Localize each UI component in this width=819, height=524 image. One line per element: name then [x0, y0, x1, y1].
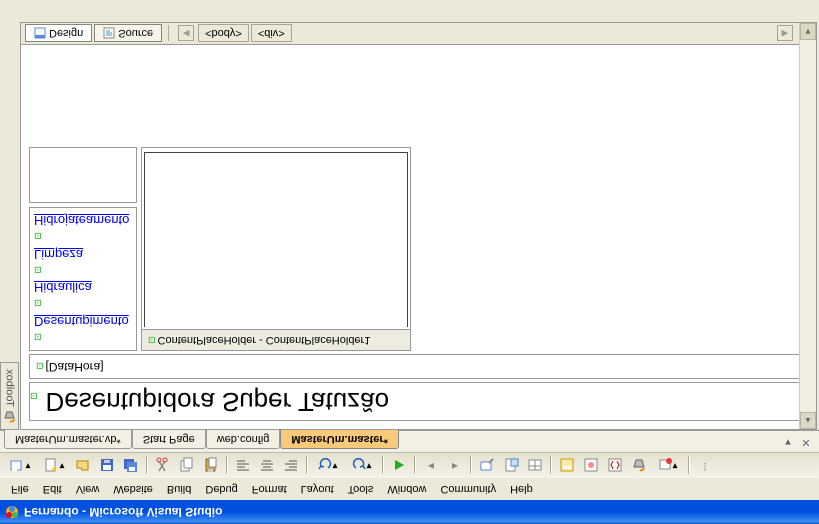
- separator: [226, 457, 228, 475]
- object-browser-button[interactable]: [604, 455, 626, 477]
- menu-format[interactable]: Format: [245, 481, 294, 497]
- menu-debug[interactable]: Debug: [198, 481, 244, 497]
- content-placeholder[interactable]: ⊡ContentPlaceHolder - ContentPlaceHolder…: [141, 147, 411, 351]
- open-button[interactable]: [72, 455, 94, 477]
- cut-button[interactable]: [152, 455, 174, 477]
- separator: [688, 457, 690, 475]
- design-view-icon: [34, 28, 46, 40]
- content-placeholder-label: ContentPlaceHolder - ContentPlaceHolder1: [158, 334, 371, 346]
- separator: [382, 457, 384, 475]
- toolbar: ▾ ▾ ▾ ▾ ◄ ► ▾ ⁞: [0, 452, 819, 478]
- new-project-button[interactable]: ▾: [4, 455, 36, 477]
- source-view-tab[interactable]: Source: [94, 25, 162, 43]
- source-view-icon: [103, 28, 115, 40]
- empty-cell[interactable]: [29, 147, 137, 203]
- app-icon: [4, 504, 20, 520]
- menu-community[interactable]: Community: [433, 481, 503, 497]
- datahora-label: ⊡[DataHora]: [29, 354, 808, 379]
- error-list-button[interactable]: ▾: [652, 455, 684, 477]
- copy-button[interactable]: [176, 455, 198, 477]
- smart-tag-marker: ⊡: [30, 391, 38, 401]
- align-right-button[interactable]: [280, 455, 302, 477]
- toolbar-options-button[interactable]: ⁞: [694, 455, 716, 477]
- breadcrumb-prev-icon[interactable]: ◄: [178, 26, 194, 42]
- nav-back-button[interactable]: ◄: [420, 455, 442, 477]
- tab-dropdown-icon[interactable]: ▾: [781, 436, 795, 450]
- align-center-button[interactable]: [256, 455, 278, 477]
- align-left-button[interactable]: [232, 455, 254, 477]
- vertical-scrollbar[interactable]: ▲ ▼: [799, 23, 816, 429]
- menu-build[interactable]: Build: [160, 481, 198, 497]
- breadcrumb-next-icon[interactable]: ►: [777, 26, 793, 42]
- add-item-button[interactable]: ▾: [38, 455, 70, 477]
- page-design[interactable]: ⊡Desentupidora Super Tatuzão ⊡[DataHora]…: [21, 139, 816, 429]
- link-limpeza[interactable]: Limpeza: [34, 245, 132, 263]
- start-debug-button[interactable]: [388, 455, 410, 477]
- nav-fwd-button[interactable]: ►: [444, 455, 466, 477]
- separator: [168, 26, 170, 42]
- tab-close-icon[interactable]: ✕: [799, 436, 813, 450]
- smart-tag-marker: ⊡: [34, 231, 42, 241]
- view-switcher-bar: Design Source ◄ <body> <div> ►: [21, 23, 799, 45]
- smart-tag-marker: ⊡: [34, 298, 42, 308]
- content-placeholder-body[interactable]: [144, 152, 408, 327]
- breadcrumb-div[interactable]: <div>: [251, 25, 292, 43]
- link-hidraulica[interactable]: Hidraulica: [34, 279, 132, 297]
- tab-master-vb[interactable]: MasterUm.master.vb*: [4, 430, 132, 449]
- save-all-button[interactable]: [120, 455, 142, 477]
- menu-file[interactable]: File: [4, 481, 36, 497]
- page-title[interactable]: Desentupidora Super Tatuzão: [40, 383, 396, 420]
- smart-tag-marker: ⊡: [34, 332, 42, 342]
- tab-start-page[interactable]: Start Page: [132, 430, 206, 449]
- separator: [550, 457, 552, 475]
- scroll-down-icon[interactable]: ▼: [800, 23, 816, 40]
- breadcrumb-body[interactable]: <body>: [198, 25, 249, 43]
- table-button[interactable]: [524, 455, 546, 477]
- stylesheet-button[interactable]: [500, 455, 522, 477]
- menu-view[interactable]: View: [69, 481, 107, 497]
- menu-bar: File Edit View Website Build Debug Forma…: [0, 478, 819, 500]
- solution-explorer-button[interactable]: [556, 455, 578, 477]
- menu-website[interactable]: Website: [106, 481, 160, 497]
- scroll-up-icon[interactable]: ▲: [800, 412, 816, 429]
- properties-button[interactable]: [580, 455, 602, 477]
- link-hidrojateamento[interactable]: Hidrojateamento: [34, 212, 132, 230]
- separator: [414, 457, 416, 475]
- design-view-tab[interactable]: Design: [25, 25, 92, 43]
- toolbox-label: Toolbox: [4, 369, 16, 407]
- menu-layout[interactable]: Layout: [294, 481, 341, 497]
- separator: [306, 457, 308, 475]
- toolbox-icon: [3, 410, 16, 423]
- tab-webconfig[interactable]: web.config: [206, 430, 281, 449]
- window-title: Fernando - Microsoft Visual Studio: [24, 505, 222, 519]
- separator: [146, 457, 148, 475]
- smart-tag-marker: ⊡: [36, 361, 44, 371]
- separator: [470, 457, 472, 475]
- menu-edit[interactable]: Edit: [36, 481, 69, 497]
- link-desentupimento[interactable]: Desentupimento: [34, 312, 132, 330]
- window-titlebar: Fernando - Microsoft Visual Studio: [0, 500, 819, 524]
- design-surface: ⊡Desentupidora Super Tatuzão ⊡[DataHora]…: [20, 22, 817, 430]
- paste-button[interactable]: [200, 455, 222, 477]
- save-button[interactable]: [96, 455, 118, 477]
- nav-links-cell: ⊡Desentupimento ⊡Hidraulica ⊡Limpeza ⊡Hi…: [29, 207, 137, 351]
- smart-tag-marker: ⊡: [34, 265, 42, 275]
- find-button[interactable]: [476, 455, 498, 477]
- tab-masterum-master[interactable]: MasterUm.master*: [280, 430, 399, 449]
- document-tabs: MasterUm.master.vb* Start Page web.confi…: [0, 430, 819, 452]
- menu-tools[interactable]: Tools: [341, 481, 381, 497]
- undo-button[interactable]: ▾: [312, 455, 344, 477]
- toolbox-panel-tab[interactable]: Toolbox: [0, 362, 19, 430]
- menu-window[interactable]: Window: [380, 481, 433, 497]
- menu-help[interactable]: Help: [503, 481, 540, 497]
- smart-tag-marker: ⊡: [148, 335, 156, 345]
- toolbox-button[interactable]: [628, 455, 650, 477]
- redo-button[interactable]: ▾: [346, 455, 378, 477]
